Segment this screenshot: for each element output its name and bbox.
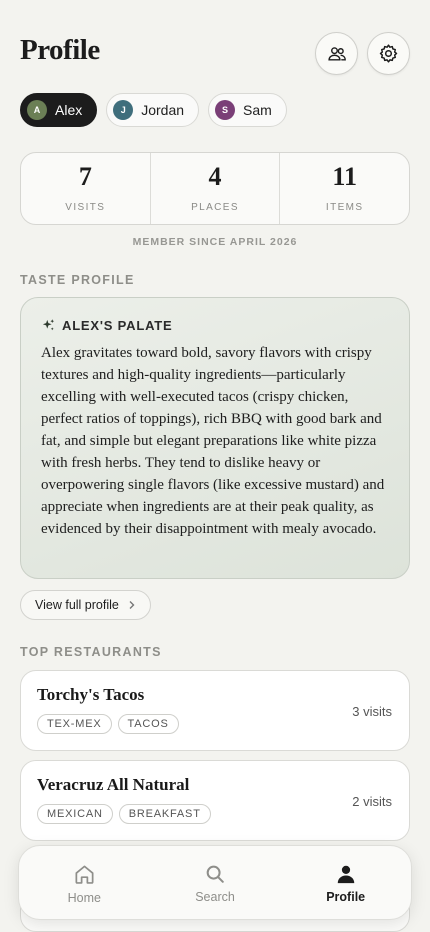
nav-search[interactable]: Search xyxy=(150,846,281,919)
restaurant-card[interactable]: Veracruz All Natural MEXICAN BREAKFAST 2… xyxy=(20,760,410,841)
stat-label: ITEMS xyxy=(325,202,364,213)
visit-count: 2 visits xyxy=(352,794,392,809)
restaurant-name: Veracruz All Natural xyxy=(37,775,190,794)
user-chip-jordan[interactable]: J Jordan xyxy=(106,93,200,127)
nav-profile[interactable]: Profile xyxy=(280,846,411,919)
stat-value: 11 xyxy=(332,162,357,191)
search-icon xyxy=(206,865,224,883)
settings-button[interactable] xyxy=(367,32,410,75)
palate-description: Alex gravitates toward bold, savory flav… xyxy=(41,345,385,537)
page-title: Profile xyxy=(20,34,100,66)
visit-count: 3 visits xyxy=(352,704,392,719)
nav-label: Profile xyxy=(326,890,366,904)
bottom-nav: Home Search Profile xyxy=(18,845,412,920)
restaurant-tags: TEX-MEX TACOS xyxy=(37,714,393,734)
user-chip-sam[interactable]: S Sam xyxy=(208,93,287,127)
gear-icon xyxy=(379,44,398,63)
chevron-right-icon xyxy=(129,601,135,609)
sparkles-icon xyxy=(42,319,55,331)
user-chip-label: Alex xyxy=(55,102,83,118)
palate-heading: ALEX'S PALATE xyxy=(41,318,389,333)
restaurant-name: Torchy's Tacos xyxy=(37,685,145,704)
restaurant-tags: MEXICAN BREAKFAST xyxy=(37,804,393,824)
view-full-profile-label: View full profile xyxy=(35,598,119,612)
taste-section-label: TASTE PROFILE xyxy=(20,273,135,287)
stat-label: VISITS xyxy=(65,202,106,213)
view-full-profile-button[interactable]: View full profile xyxy=(20,590,151,620)
user-chip-alex[interactable]: A Alex xyxy=(20,93,98,127)
restaurant-card[interactable]: Torchy's Tacos TEX-MEX TACOS 3 visits xyxy=(20,670,410,751)
header: Profile xyxy=(20,32,410,76)
user-switcher: A Alex J Jordan S Sam xyxy=(20,93,287,127)
stat-value: 7 xyxy=(78,162,92,191)
cuisine-tag: TACOS xyxy=(117,714,179,734)
cuisine-tag: TEX-MEX xyxy=(37,714,112,734)
taste-card: ALEX'S PALATE Alex gravitates toward bol… xyxy=(20,297,410,579)
home-icon xyxy=(75,865,94,884)
avatar: S xyxy=(215,100,236,120)
nav-home[interactable]: Home xyxy=(19,846,150,919)
person-icon xyxy=(337,865,354,884)
household-button[interactable] xyxy=(315,32,358,75)
cuisine-tag: MEXICAN xyxy=(37,804,113,824)
stat-items: 11 ITEMS xyxy=(279,153,409,224)
cuisine-tag: BREAKFAST xyxy=(118,804,211,824)
palate-title: ALEX'S PALATE xyxy=(62,318,173,333)
member-since: MEMBER SINCE APRIL 2026 xyxy=(132,236,298,248)
nav-label: Home xyxy=(67,891,101,905)
avatar: A xyxy=(27,100,47,120)
user-chip-label: Sam xyxy=(243,102,272,118)
nav-label: Search xyxy=(195,890,235,904)
restaurants-section-label: TOP RESTAURANTS xyxy=(20,645,162,659)
stat-places: 4 PLACES xyxy=(149,153,280,224)
user-chip-label: Jordan xyxy=(141,102,185,118)
stats-card: 7 VISITS 4 PLACES 11 ITEMS xyxy=(20,152,410,225)
people-icon xyxy=(327,46,346,61)
stat-value: 4 xyxy=(208,162,222,191)
stat-label: PLACES xyxy=(191,202,239,213)
avatar: J xyxy=(113,100,134,120)
stat-visits: 7 VISITS xyxy=(21,153,150,224)
